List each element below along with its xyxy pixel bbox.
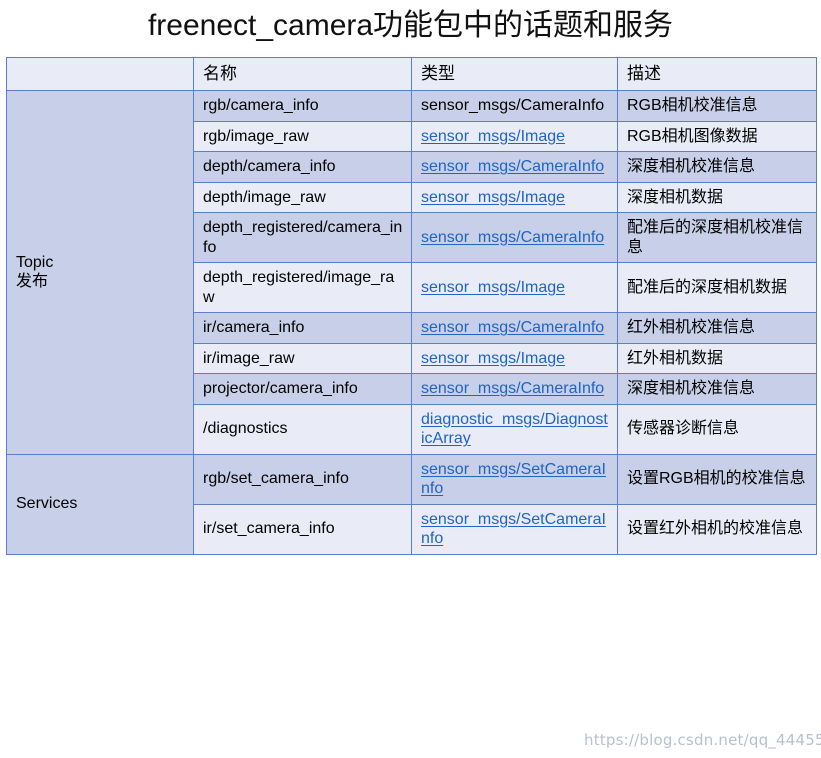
message-type-link[interactable]: sensor_msgs/CameraInfo — [421, 158, 604, 175]
watermark: https://blog.csdn.net/qq_44455588 — [584, 731, 821, 749]
message-type-cell: diagnostic_msgs/DiagnosticArray — [411, 403, 618, 455]
message-type-link[interactable]: sensor_msgs/CameraInfo — [421, 229, 604, 246]
topic-name-cell: rgb/image_raw — [193, 120, 412, 153]
group-label-line1: Services — [16, 495, 78, 513]
topics-and-services-table: 名称 类型 描述 Topic 发布 rgb/camera_info sensor_ms… — [6, 57, 817, 555]
topic-name-cell: rgb/set_camera_info — [193, 453, 412, 505]
table-body: Topic 发布 rgb/camera_info sensor_msgs/Camera… — [6, 90, 817, 555]
message-type-cell: sensor_msgs/CameraInfo — [411, 312, 618, 344]
topic-name-cell: /diagnostics — [193, 403, 412, 455]
message-type-link[interactable]: sensor_msgs/Image — [421, 279, 565, 296]
topics-and-services-table-wrap: 名称 类型 描述 Topic 发布 rgb/camera_info sensor_ms… — [6, 57, 817, 555]
column-header-type: 类型 — [411, 57, 618, 91]
description-cell: 配准后的深度相机校准信息 — [617, 212, 817, 264]
table-header: 名称 类型 描述 — [6, 57, 817, 91]
column-header-group — [6, 57, 194, 91]
description-cell: 红外相机数据 — [617, 342, 817, 375]
topic-name-cell: depth_registered/camera_info — [193, 212, 412, 264]
topic-name-cell: depth/camera_info — [193, 151, 412, 183]
message-type-cell: sensor_msgs/CameraInfo — [411, 373, 618, 405]
group-label-cell: Topic 发布 — [6, 90, 194, 455]
group-label-line2: 发布 — [16, 273, 49, 291]
message-type-cell: sensor_msgs/Image — [411, 342, 618, 375]
message-type-link[interactable]: sensor_msgs/CameraInfo — [421, 380, 604, 397]
description-cell: 配准后的深度相机数据 — [617, 262, 817, 314]
topic-name-cell: depth/image_raw — [193, 181, 412, 214]
message-type-link[interactable]: sensor_msgs/SetCameraInfo — [421, 461, 606, 498]
message-type-link[interactable]: sensor_msgs/Image — [421, 350, 565, 367]
description-cell: 设置RGB相机的校准信息 — [617, 453, 817, 505]
description-cell: RGB相机校准信息 — [617, 90, 817, 122]
description-cell: 深度相机校准信息 — [617, 151, 817, 183]
column-header-desc: 描述 — [617, 57, 817, 91]
table-row: Topic 发布 rgb/camera_info sensor_msgs/Camera… — [6, 90, 817, 455]
group-label-cell: Services — [6, 453, 194, 555]
message-type-link[interactable]: sensor_msgs/Image — [421, 128, 565, 145]
description-cell: 传感器诊断信息 — [617, 403, 817, 455]
table-row: Services rgb/set_camera_info sensor_msgs/S… — [6, 453, 817, 555]
description-cell: 红外相机校准信息 — [617, 312, 817, 344]
message-type-cell: sensor_msgs/CameraInfo — [411, 90, 618, 122]
message-type-link[interactable]: sensor_msgs/Image — [421, 189, 565, 206]
message-type-link[interactable]: sensor_msgs/CameraInfo — [421, 319, 604, 336]
message-type-text: sensor_msgs/CameraInfo — [421, 97, 605, 114]
message-type-link[interactable]: sensor_msgs/SetCameraInfo — [421, 511, 606, 548]
message-type-cell: sensor_msgs/SetCameraInfo — [411, 503, 618, 555]
message-type-cell: sensor_msgs/CameraInfo — [411, 212, 618, 264]
topic-name-cell: projector/camera_info — [193, 373, 412, 405]
page-title: freenect_camera功能包中的话题和服务 — [147, 9, 674, 42]
topic-name-cell: ir/image_raw — [193, 342, 412, 375]
message-type-cell: sensor_msgs/Image — [411, 120, 618, 153]
topic-name-cell: depth_registered/image_raw — [193, 262, 412, 314]
description-cell: 深度相机校准信息 — [617, 373, 817, 405]
topic-name-cell: rgb/camera_info — [193, 90, 412, 122]
message-type-cell: sensor_msgs/Image — [411, 262, 618, 314]
group-label-line1: Topic — [16, 253, 54, 271]
column-header-name: 名称 — [193, 57, 412, 91]
description-cell: 设置红外相机的校准信息 — [617, 503, 817, 555]
description-cell: RGB相机图像数据 — [617, 120, 817, 153]
message-type-cell: sensor_msgs/Image — [411, 181, 618, 214]
message-type-link[interactable]: diagnostic_msgs/DiagnosticArray — [421, 411, 608, 448]
message-type-cell: sensor_msgs/SetCameraInfo — [411, 453, 618, 505]
description-cell: 深度相机数据 — [617, 181, 817, 214]
message-type-cell: sensor_msgs/CameraInfo — [411, 151, 618, 183]
topic-name-cell: ir/set_camera_info — [193, 503, 412, 555]
table-header-row: 名称 类型 描述 — [6, 57, 817, 91]
topic-name-cell: ir/camera_info — [193, 312, 412, 344]
